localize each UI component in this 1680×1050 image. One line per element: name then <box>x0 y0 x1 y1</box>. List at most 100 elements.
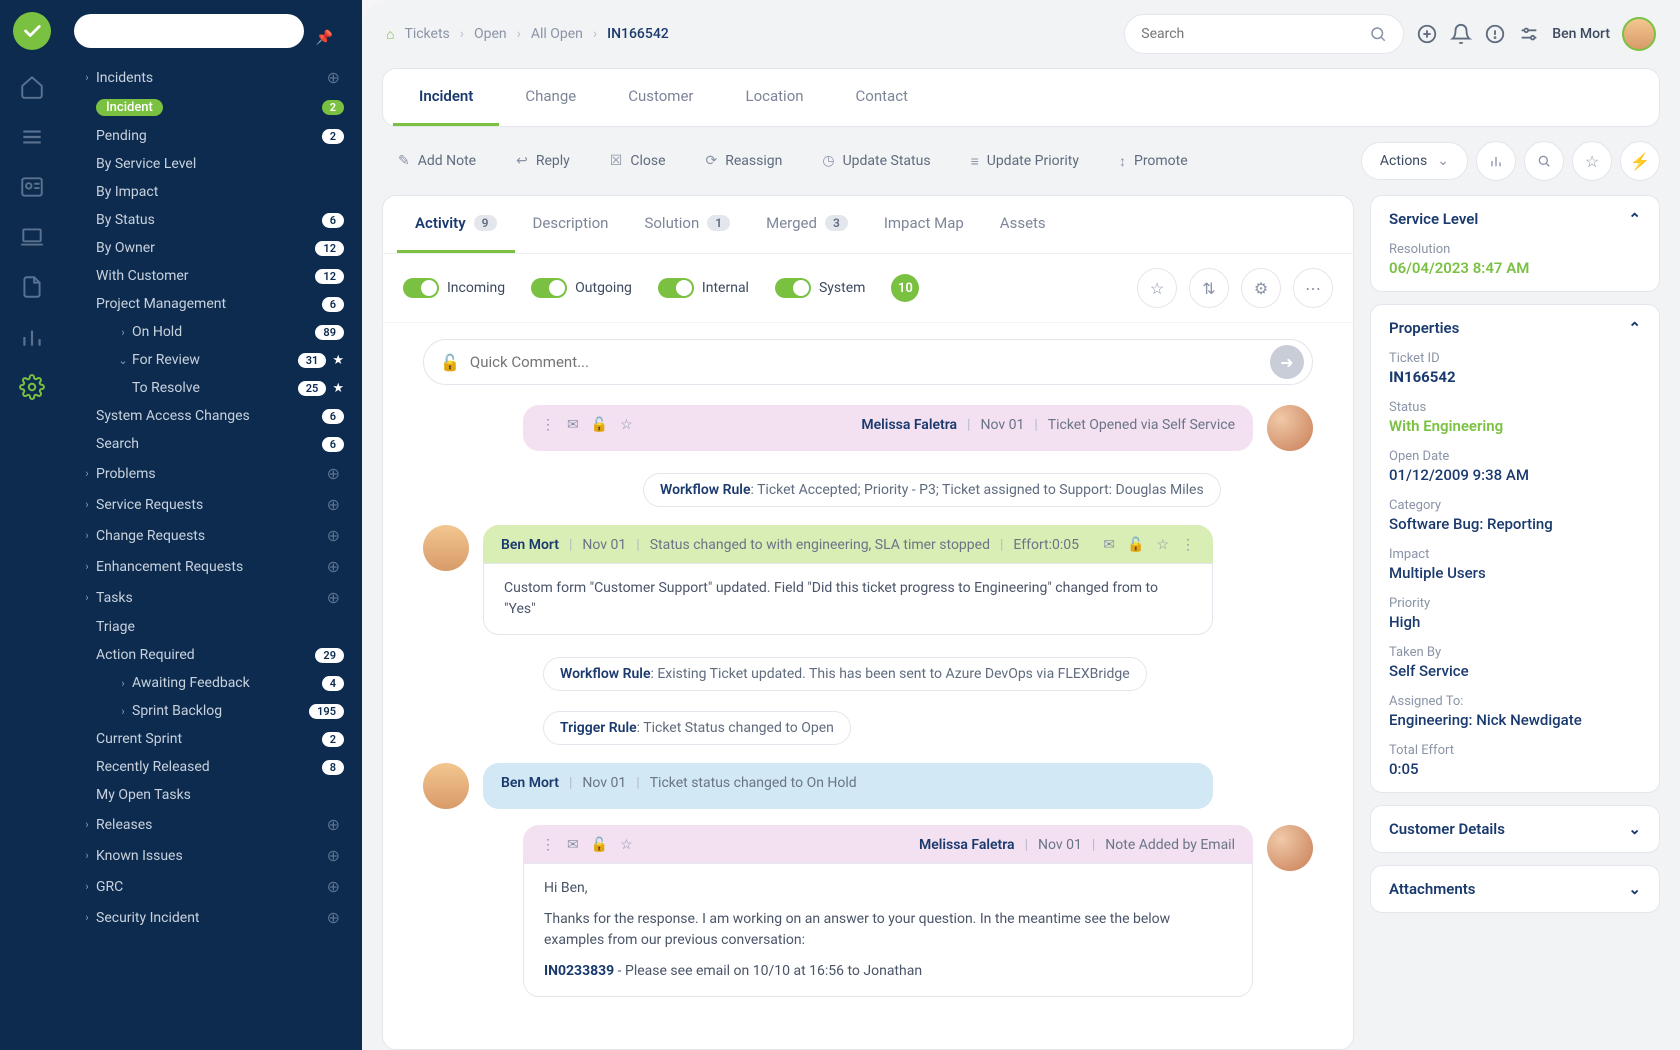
tab-merged[interactable]: Merged3 <box>748 196 866 253</box>
menu-icon[interactable] <box>19 124 45 150</box>
plus-icon[interactable]: ⊕ <box>323 588 344 607</box>
tree-on-hold[interactable]: ›On Hold89 <box>74 318 352 346</box>
tree-current-sprint[interactable]: Current Sprint2 <box>74 725 352 753</box>
more-icon[interactable]: ⋮ <box>1181 537 1195 553</box>
user-avatar[interactable] <box>1622 17 1656 51</box>
tree-tasks[interactable]: ›Tasks⊕ <box>74 582 352 613</box>
tab-location[interactable]: Location <box>720 69 830 126</box>
tree-for-review[interactable]: ⌄For Review31★ <box>74 346 352 374</box>
crumb-open[interactable]: Open <box>474 26 507 42</box>
quick-comment-input[interactable] <box>470 353 1270 371</box>
tab-incident[interactable]: Incident <box>393 69 499 126</box>
toggle-system[interactable]: System <box>775 278 865 298</box>
mail-icon[interactable]: ✉ <box>567 837 579 853</box>
tab-impact-map[interactable]: Impact Map <box>866 196 982 253</box>
tree-awaiting-feedback[interactable]: ›Awaiting Feedback4 <box>74 669 352 697</box>
more-icon[interactable]: ⋮ <box>541 837 555 853</box>
home-icon[interactable] <box>19 74 45 100</box>
tree-security-incident[interactable]: ›Security Incident⊕ <box>74 902 352 933</box>
tree-by-service-level[interactable]: By Service Level <box>74 150 352 178</box>
tab-description[interactable]: Description <box>515 196 627 253</box>
tree-triage[interactable]: Triage <box>74 613 352 641</box>
tree-by-owner[interactable]: By Owner12 <box>74 234 352 262</box>
plus-icon[interactable]: ⊕ <box>323 908 344 927</box>
panel-header[interactable]: Attachments⌄ <box>1389 880 1641 898</box>
username[interactable]: Ben Mort <box>1552 26 1610 42</box>
add-note-button[interactable]: ✎Add Note <box>382 143 492 179</box>
tree-action-required[interactable]: Action Required29 <box>74 641 352 669</box>
plus-icon[interactable]: ⊕ <box>323 464 344 483</box>
tab-activity[interactable]: Activity9 <box>397 196 515 253</box>
tree-incident[interactable]: Incident2 <box>74 93 352 122</box>
tree-search[interactable]: Search6 <box>74 430 352 458</box>
star-icon[interactable]: ☆ <box>620 837 633 853</box>
tree-known-issues[interactable]: ›Known Issues⊕ <box>74 840 352 871</box>
quick-comment[interactable]: 🔓 ➜ <box>423 339 1313 385</box>
reply-button[interactable]: ↩Reply <box>500 143 586 179</box>
tab-change[interactable]: Change <box>499 69 602 126</box>
sort-button[interactable]: ⇅ <box>1189 268 1229 308</box>
contact-icon[interactable] <box>19 174 45 200</box>
sliders-icon[interactable] <box>1518 23 1540 45</box>
star-icon[interactable]: ★ <box>332 381 344 396</box>
home-icon[interactable]: ⌂ <box>386 26 394 43</box>
toggle-outgoing[interactable]: Outgoing <box>531 278 632 298</box>
toggle-internal[interactable]: Internal <box>658 278 749 298</box>
plus-icon[interactable]: ⊕ <box>323 68 344 87</box>
tab-assets[interactable]: Assets <box>982 196 1064 253</box>
star-button[interactable]: ☆ <box>1572 141 1612 181</box>
tree-sprint-backlog[interactable]: ›Sprint Backlog195 <box>74 697 352 725</box>
plus-icon[interactable]: ⊕ <box>323 846 344 865</box>
tree-pending[interactable]: Pending2 <box>74 122 352 150</box>
tree-enhancement-requests[interactable]: ›Enhancement Requests⊕ <box>74 551 352 582</box>
tree-with-customer[interactable]: With Customer12 <box>74 262 352 290</box>
tree-incidents[interactable]: ›Incidents⊕ <box>74 62 352 93</box>
filter-button[interactable]: ⚙ <box>1241 268 1281 308</box>
toggle-incoming[interactable]: Incoming <box>403 278 505 298</box>
tree-my-open-tasks[interactable]: My Open Tasks <box>74 781 352 809</box>
fav-button[interactable]: ☆ <box>1137 268 1177 308</box>
star-icon[interactable]: ★ <box>332 353 344 368</box>
bell-icon[interactable] <box>1450 23 1472 45</box>
add-icon[interactable] <box>1416 23 1438 45</box>
crumb-all-open[interactable]: All Open <box>531 26 583 42</box>
chart-button[interactable] <box>1476 141 1516 181</box>
promote-button[interactable]: ↕Promote <box>1103 143 1204 180</box>
tree-by-status[interactable]: By Status6 <box>74 206 352 234</box>
bolt-button[interactable]: ⚡ <box>1620 141 1660 181</box>
plus-icon[interactable]: ⊕ <box>323 495 344 514</box>
tree-project-mgmt[interactable]: Project Management6 <box>74 290 352 318</box>
tree-problems[interactable]: ›Problems⊕ <box>74 458 352 489</box>
laptop-icon[interactable] <box>19 224 45 250</box>
update-status-button[interactable]: ◷Update Status <box>806 143 946 179</box>
panel-header[interactable]: Properties⌃ <box>1389 319 1641 337</box>
tree-sys-access[interactable]: System Access Changes6 <box>74 402 352 430</box>
close-button[interactable]: ☒Close <box>594 143 682 179</box>
crumb-tickets[interactable]: Tickets <box>404 26 449 42</box>
panel-header[interactable]: Customer Details⌄ <box>1389 820 1641 838</box>
tab-solution[interactable]: Solution1 <box>626 196 748 253</box>
send-button[interactable]: ➜ <box>1270 345 1304 379</box>
mail-icon[interactable]: ✉ <box>1103 537 1115 553</box>
lock-icon[interactable]: 🔓 <box>1127 537 1144 553</box>
document-icon[interactable] <box>19 274 45 300</box>
plus-icon[interactable]: ⊕ <box>323 815 344 834</box>
sidebar-search-input[interactable] <box>74 14 304 48</box>
tree-grc[interactable]: ›GRC⊕ <box>74 871 352 902</box>
tree-to-resolve[interactable]: To Resolve25★ <box>74 374 352 402</box>
plus-icon[interactable]: ⊕ <box>323 526 344 545</box>
lock-icon[interactable]: 🔓 <box>591 837 608 853</box>
star-icon[interactable]: ☆ <box>620 417 633 433</box>
more-icon[interactable]: ⋮ <box>541 417 555 433</box>
search-button[interactable] <box>1524 141 1564 181</box>
tree-service-requests[interactable]: ›Service Requests⊕ <box>74 489 352 520</box>
reassign-button[interactable]: ⟳Reassign <box>690 143 799 179</box>
search-input[interactable] <box>1141 26 1369 42</box>
tab-contact[interactable]: Contact <box>830 69 934 126</box>
more-button[interactable]: ⋯ <box>1293 268 1333 308</box>
tree-by-impact[interactable]: By Impact <box>74 178 352 206</box>
star-icon[interactable]: ☆ <box>1156 537 1169 553</box>
global-search[interactable] <box>1124 14 1404 54</box>
tree-recently-released[interactable]: Recently Released8 <box>74 753 352 781</box>
settings-icon[interactable] <box>19 374 45 400</box>
